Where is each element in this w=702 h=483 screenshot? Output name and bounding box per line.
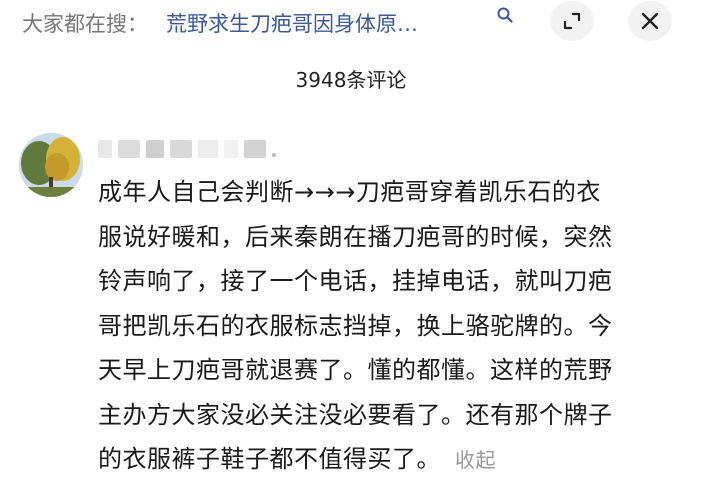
close-icon	[641, 12, 659, 30]
comment-line: 服说好暖和，后来秦朗在播刀疤哥的时候，突然	[98, 222, 613, 251]
blurred-block	[170, 140, 192, 158]
expand-icon	[563, 12, 581, 30]
blurred-block	[118, 140, 140, 158]
blurred-dot	[272, 153, 276, 157]
top-bar: 大家都在搜： 荒野求生刀疤哥因身体原…	[0, 0, 702, 44]
avatar[interactable]	[19, 133, 83, 197]
blurred-block	[244, 140, 266, 158]
comment-line-last: 的衣服裤子鞋子都不值得买了。 收起	[98, 437, 658, 482]
comments-count: 3948条评论	[295, 68, 407, 92]
blurred-block	[224, 140, 238, 158]
collapse-button[interactable]: 收起	[455, 448, 496, 472]
username-blurred[interactable]	[98, 140, 276, 158]
comment-line: 哥把凯乐石的衣服标志挡掉，换上骆驼牌的。今	[98, 311, 613, 340]
comment-line: 成年人自己会判断→→→刀疤哥穿着凯乐石的衣	[98, 178, 601, 206]
comment-line: 铃声响了，接了一个电话，挂掉电话，就叫刀疤	[98, 267, 613, 295]
search-icon[interactable]	[496, 6, 514, 24]
avatar-image	[19, 133, 83, 197]
trending-search-link[interactable]: 荒野求生刀疤哥因身体原…	[166, 8, 418, 38]
expand-button[interactable]	[550, 1, 594, 41]
comment-line: 的衣服裤子鞋子都不值得买了。	[98, 445, 441, 473]
blurred-block	[198, 140, 218, 158]
close-button[interactable]	[628, 1, 672, 41]
blurred-block	[98, 140, 112, 158]
comment-text: 成年人自己会判断→→→刀疤哥穿着凯乐石的衣 服说好暖和，后来秦朗在播刀疤哥的时候…	[98, 170, 658, 482]
comment-line: 天早上刀疤哥就退赛了。懂的都懂。这样的荒野	[98, 356, 613, 384]
blurred-block	[146, 140, 164, 158]
comment-line: 主办方大家没必关注没必要看了。还有那个牌子	[98, 400, 613, 429]
search-prefix: 大家都在搜：	[22, 12, 148, 36]
